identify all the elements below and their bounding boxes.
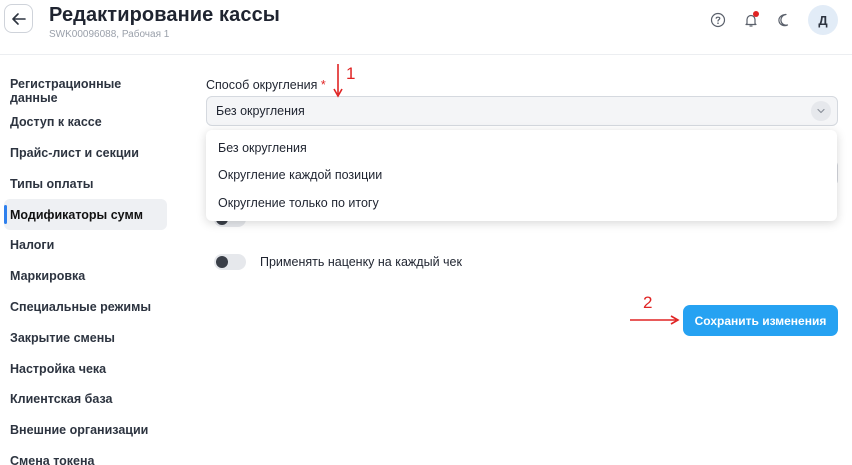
sidebar-item-payment-types[interactable]: Типы оплаты	[4, 168, 167, 199]
sidebar-item-taxes[interactable]: Налоги	[4, 230, 167, 261]
markup-toggle-label: Применять наценку на каждый чек	[260, 255, 462, 269]
sidebar-item-modifiers[interactable]: Модификаторы сумм	[4, 199, 167, 230]
sidebar-item-registration[interactable]: Регистрационные данные	[4, 76, 167, 107]
page-subtitle: SWK00096088, Рабочая 1	[49, 29, 170, 40]
annotation-arrow-right	[630, 315, 680, 325]
sidebar-item-external-orgs[interactable]: Внешние организации	[4, 415, 167, 446]
annotation-marker-1: 1	[346, 64, 356, 83]
moon-icon[interactable]	[774, 10, 794, 30]
rounding-field-label: Способ округления *	[206, 78, 326, 92]
sidebar-item-access[interactable]: Доступ к кассе	[4, 107, 167, 138]
bell-icon[interactable]	[741, 10, 761, 30]
chevron-down-icon[interactable]	[811, 101, 831, 121]
rounding-dropdown-menu: Без округления Округление каждой позиции…	[206, 130, 837, 221]
toggle-knob	[216, 256, 228, 268]
notification-dot	[753, 11, 759, 17]
rounding-select[interactable]: Без округления	[206, 96, 838, 126]
sidebar-item-price-list[interactable]: Прайс-лист и секции	[4, 138, 167, 169]
sidebar-item-marking[interactable]: Маркировка	[4, 261, 167, 292]
sidebar-item-client-base[interactable]: Клиентская база	[4, 384, 167, 415]
sidebar-item-receipt-settings[interactable]: Настройка чека	[4, 353, 167, 384]
annotation-arrow-down	[333, 64, 343, 98]
markup-toggle[interactable]	[214, 254, 246, 270]
rounding-select-value: Без округления	[216, 104, 305, 118]
help-icon[interactable]	[708, 10, 728, 30]
sidebar-nav: Регистрационные данные Доступ к кассе Пр…	[4, 76, 167, 465]
header-divider	[0, 54, 852, 55]
dropdown-option-total-only[interactable]: Округление только по итогу	[206, 189, 837, 217]
sidebar-item-shift-closing[interactable]: Закрытие смены	[4, 322, 167, 353]
avatar[interactable]: Д	[808, 5, 838, 35]
required-mark: *	[320, 78, 326, 92]
dropdown-option-no-rounding[interactable]: Без округления	[206, 134, 837, 162]
sidebar-item-token-change[interactable]: Смена токена	[4, 446, 167, 465]
dropdown-option-each-item[interactable]: Округление каждой позиции	[206, 162, 837, 190]
header-actions: Д	[695, 5, 838, 35]
rounding-label-text: Способ округления	[206, 78, 318, 92]
annotation-marker-2: 2	[643, 293, 653, 312]
save-button[interactable]: Сохранить изменения	[683, 305, 838, 336]
sidebar-item-special-modes[interactable]: Специальные режимы	[4, 292, 167, 323]
back-button[interactable]	[4, 4, 33, 33]
page-title: Редактирование кассы	[49, 4, 280, 26]
arrow-left-icon	[11, 12, 26, 25]
